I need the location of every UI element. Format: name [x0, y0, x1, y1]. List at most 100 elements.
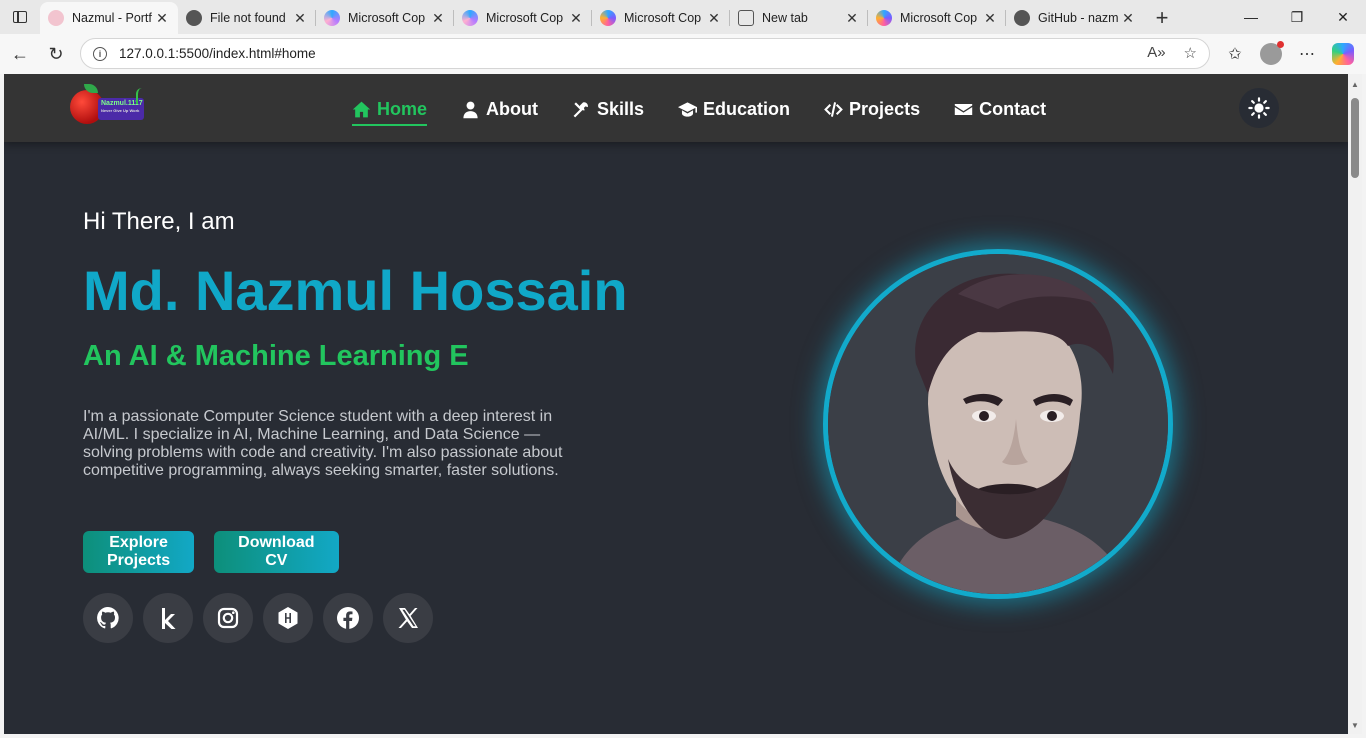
nav-item-about[interactable]: About — [461, 96, 538, 122]
profile-photo — [823, 249, 1173, 599]
window-controls: — ❐ ✕ — [1228, 0, 1366, 34]
close-tab-icon[interactable]: ✕ — [154, 10, 170, 27]
browser-tab[interactable]: Microsoft Cop ✕ — [592, 2, 730, 34]
hero-bio: I'm a passionate Computer Science studen… — [83, 408, 563, 479]
site-info-icon[interactable]: i — [93, 46, 107, 61]
profile-portrait-image — [828, 254, 1168, 594]
code-icon — [824, 101, 843, 117]
browser-tab[interactable]: Microsoft Cop ✕ — [454, 2, 592, 34]
address-bar-row: ← ↻ i 127.0.0.1:5500/index.html#home A» … — [0, 34, 1366, 74]
restore-icon[interactable]: ❐ — [1274, 0, 1320, 34]
browser-tab[interactable]: Microsoft Cop ✕ — [868, 2, 1006, 34]
x-link[interactable] — [383, 593, 433, 643]
window-menu-icon[interactable] — [0, 0, 40, 34]
facebook-icon — [337, 607, 359, 629]
nav-label: Home — [377, 98, 428, 119]
sprig-icon — [136, 88, 148, 104]
github-favicon-icon — [1014, 10, 1030, 26]
copilot-icon[interactable] — [1328, 38, 1358, 70]
facebook-link[interactable] — [323, 593, 373, 643]
back-icon[interactable]: ← — [2, 38, 38, 70]
tools-icon — [573, 101, 588, 117]
more-menu-icon[interactable]: ⋯ — [1292, 38, 1322, 70]
site-logo[interactable]: Nazmul.1117 Never Give Up Work — [70, 84, 152, 128]
tab-title: File not found — [210, 11, 286, 25]
tab-title: Microsoft Cop — [348, 11, 426, 25]
tab-strip: Nazmul - Portf ✕ File not found ✕ Micros… — [40, 2, 1180, 34]
github-link[interactable] — [83, 593, 133, 643]
graduation-cap-icon — [678, 101, 698, 117]
minimize-icon[interactable]: — — [1228, 0, 1274, 34]
kaggle-link[interactable] — [143, 593, 193, 643]
nav-item-contact[interactable]: Contact — [954, 96, 1046, 122]
nav-item-education[interactable]: Education — [678, 96, 790, 122]
tab-title: New tab — [762, 11, 808, 25]
github-icon — [97, 607, 119, 629]
close-tab-icon[interactable]: ✕ — [430, 10, 446, 27]
copilot-favicon-icon — [324, 10, 340, 26]
sun-icon — [1248, 97, 1270, 119]
copilot-favicon-icon — [600, 10, 616, 26]
scroll-down-icon[interactable]: ▼ — [1351, 721, 1359, 730]
browser-tab[interactable]: File not found ✕ — [178, 2, 316, 34]
nav-label: Contact — [979, 98, 1047, 119]
nav-item-projects[interactable]: Projects — [824, 96, 920, 122]
copilot-favicon-icon — [462, 10, 478, 26]
tab-title: Nazmul - Portf — [72, 11, 152, 25]
favorite-star-icon[interactable]: ☆ — [1184, 44, 1197, 62]
hackerrank-icon — [278, 607, 298, 629]
close-tab-icon[interactable]: ✕ — [844, 10, 860, 27]
browser-tab[interactable]: New tab ✕ — [730, 2, 868, 34]
theme-toggle-button[interactable] — [1239, 88, 1279, 128]
url-field[interactable]: i 127.0.0.1:5500/index.html#home A» ☆ — [80, 38, 1210, 69]
social-links — [83, 593, 433, 643]
browser-tab[interactable]: Nazmul - Portf ✕ — [40, 2, 178, 34]
browser-toolbar: ✩ ⋯ — [1220, 38, 1358, 70]
new-tab-favicon-icon — [738, 10, 754, 26]
tab-title: GitHub - nazm — [1038, 11, 1119, 25]
x-icon — [398, 608, 418, 628]
hero-buttons: Explore Projects Download CV — [83, 531, 339, 573]
envelope-icon — [954, 103, 973, 115]
profile-icon[interactable] — [1256, 38, 1286, 70]
hackerrank-link[interactable] — [263, 593, 313, 643]
tab-title: Microsoft Cop — [486, 11, 564, 25]
user-icon — [463, 101, 478, 118]
refresh-icon[interactable]: ↻ — [38, 38, 74, 70]
portfolio-favicon-icon — [48, 10, 64, 26]
nav-item-skills[interactable]: Skills — [572, 96, 644, 122]
instagram-link[interactable] — [203, 593, 253, 643]
close-tab-icon[interactable]: ✕ — [982, 10, 998, 27]
github-favicon-icon — [186, 10, 202, 26]
close-tab-icon[interactable]: ✕ — [292, 10, 308, 27]
url-text: 127.0.0.1:5500/index.html#home — [119, 46, 316, 61]
logo-subtext: Never Give Up Work — [101, 108, 140, 113]
tab-title: Microsoft Cop — [900, 11, 978, 25]
nav-item-home[interactable]: Home — [352, 96, 428, 126]
browser-tab[interactable]: GitHub - nazm ✕ — [1006, 2, 1144, 34]
instagram-icon — [217, 607, 239, 629]
favorites-icon[interactable]: ✩ — [1220, 38, 1250, 70]
copilot-favicon-icon — [876, 10, 892, 26]
page-scrollbar[interactable]: ▲ ▼ — [1348, 74, 1362, 734]
browser-tab-bar: Nazmul - Portf ✕ File not found ✕ Micros… — [0, 0, 1366, 34]
download-cv-button[interactable]: Download CV — [214, 531, 339, 573]
browser-tab[interactable]: Microsoft Cop ✕ — [316, 2, 454, 34]
nav-label: About — [486, 98, 538, 119]
explore-projects-button[interactable]: Explore Projects — [83, 531, 195, 573]
scroll-up-icon[interactable]: ▲ — [1351, 80, 1359, 89]
scrollbar-thumb[interactable] — [1351, 98, 1359, 178]
tab-title: Microsoft Cop — [624, 11, 702, 25]
kaggle-icon — [162, 608, 176, 629]
close-tab-icon[interactable]: ✕ — [1120, 10, 1136, 27]
close-window-icon[interactable]: ✕ — [1320, 0, 1366, 34]
new-tab-button[interactable]: + — [1144, 2, 1180, 34]
read-aloud-icon[interactable]: A» — [1147, 44, 1165, 62]
page-viewport: Nazmul.1117 Never Give Up Work Home Abou… — [4, 74, 1348, 734]
close-tab-icon[interactable]: ✕ — [706, 10, 722, 27]
home-icon — [352, 101, 371, 117]
nav-label: Skills — [597, 98, 645, 119]
main-nav: Home About Skills Education Projects Con… — [352, 96, 1046, 126]
close-tab-icon[interactable]: ✕ — [568, 10, 584, 27]
hero-role-typing: An AI & Machine Learning E — [83, 340, 469, 372]
